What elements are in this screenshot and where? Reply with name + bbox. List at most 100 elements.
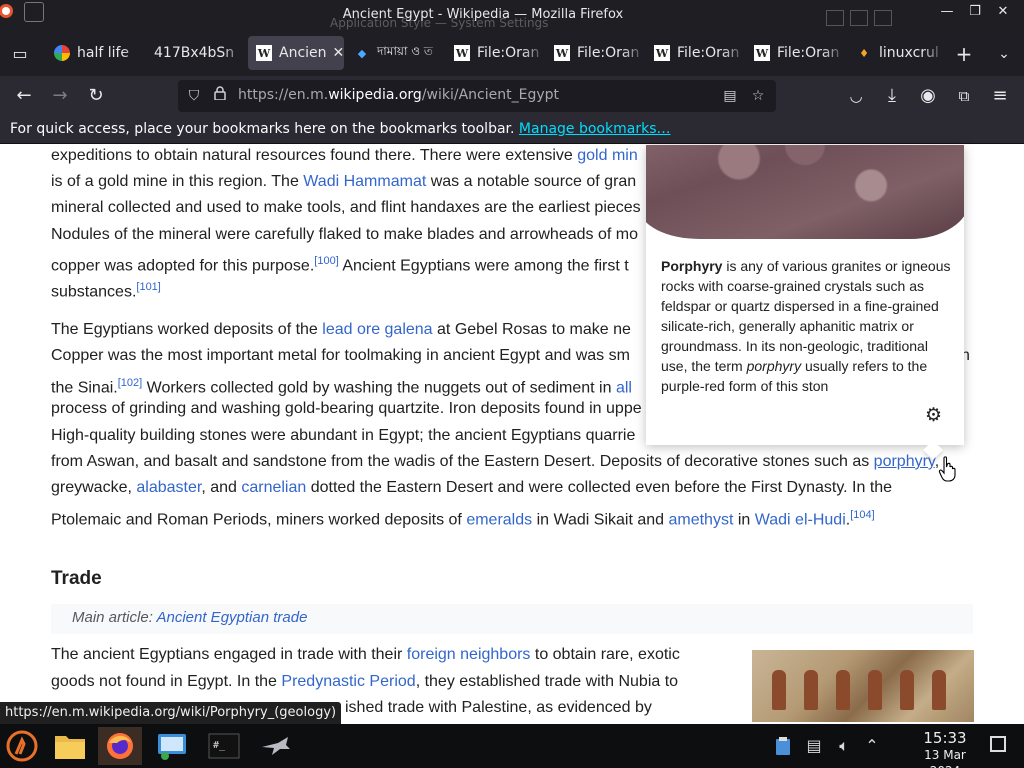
bookmarks-message: For quick access, place your bookmarks h… xyxy=(10,121,670,137)
show-desktop-icon[interactable] xyxy=(990,736,1006,752)
text: The Egyptians worked deposits of the xyxy=(51,321,323,338)
preview-term-italic: porphyry xyxy=(746,358,802,374)
wadi-hammamat-link[interactable]: Wadi Hammamat xyxy=(303,173,426,190)
url-text[interactable]: https://en.m.wikipedia.org/wiki/Ancient_… xyxy=(238,87,559,103)
window-controls: — ❐ ✕ xyxy=(934,2,1016,22)
text: is of a gold mine in this region. The xyxy=(51,173,304,190)
gear-icon[interactable]: ⚙ xyxy=(925,404,942,427)
manage-bookmarks-link[interactable]: Manage bookmarks… xyxy=(519,121,671,137)
citation-link[interactable]: [100] xyxy=(314,255,338,267)
pocket-icon[interactable]: ◡ xyxy=(842,82,870,110)
citation-link[interactable]: [101] xyxy=(136,281,160,293)
article-line: Ptolemaic and Roman Periods, miners work… xyxy=(51,502,981,534)
alabaster-link[interactable]: alabaster xyxy=(136,479,201,496)
app-menu-icon[interactable]: ≡ xyxy=(986,82,1014,110)
porphyry-rock xyxy=(646,145,964,239)
carnelian-link[interactable]: carnelian xyxy=(241,479,306,496)
firefox-view-icon[interactable]: ▭ xyxy=(6,40,34,68)
clipboard-tray-icon[interactable] xyxy=(772,736,794,760)
amethyst-link[interactable]: amethyst xyxy=(668,511,733,528)
text: , and xyxy=(201,479,242,496)
bookmark-star-icon[interactable]: ☆ xyxy=(748,86,768,106)
minimize-icon[interactable]: — xyxy=(934,2,960,22)
painted-figure xyxy=(836,670,850,710)
maximize-icon[interactable]: ❐ xyxy=(962,2,988,22)
text: High-quality building stones were abunda… xyxy=(51,427,636,444)
clock[interactable]: 15:33 13 Mar 2024 xyxy=(912,730,978,768)
text: The ancient Egyptians engaged in trade w… xyxy=(51,646,407,663)
porphyry-image[interactable] xyxy=(646,145,964,241)
close-window-icon[interactable]: ✕ xyxy=(990,2,1016,22)
tab-bar: ▭ half life 417Bx4bSn W Ancien ✕ ◆ দামায… xyxy=(0,30,1024,76)
painted-figure xyxy=(932,670,946,710)
forward-icon[interactable]: → xyxy=(46,82,74,110)
text: , they established trade with Nubia to xyxy=(415,673,679,690)
terminal-icon[interactable]: #_ xyxy=(202,727,246,765)
url-bar[interactable]: ⛉ https://en.m.wikipedia.org/wiki/Ancien… xyxy=(178,80,776,112)
emeralds-link[interactable]: emeralds xyxy=(466,511,532,528)
clock-date: 13 Mar 2024 xyxy=(924,748,966,768)
navigation-toolbar: ← → ↻ ⛉ https://en.m.wikipedia.org/wiki/… xyxy=(0,76,1024,116)
tab-fade xyxy=(222,36,246,70)
foreign-neighbors-link[interactable]: foreign neighbors xyxy=(407,646,531,663)
new-tab-icon[interactable]: + xyxy=(950,40,978,68)
half-life-launcher-icon[interactable] xyxy=(0,727,44,765)
painted-figure xyxy=(804,670,818,710)
jet-game-icon[interactable] xyxy=(254,727,298,765)
article-line: from Aswan, and basalt and sandstone fro… xyxy=(51,449,981,475)
back-icon[interactable]: ← xyxy=(10,82,38,110)
window-title: Ancient Egypt - Wikipedia — Mozilla Fire… xyxy=(342,7,624,22)
tab-label: Ancien xyxy=(279,45,327,61)
porphyry-link[interactable]: porphyry xyxy=(874,453,935,470)
text: Workers collected gold by washing the nu… xyxy=(142,379,616,397)
trade-heading[interactable]: Trade xyxy=(51,568,102,590)
file-manager-icon[interactable] xyxy=(48,727,92,765)
hatnote-prefix: Main article: xyxy=(72,609,157,626)
painted-figure xyxy=(900,670,914,710)
preview-text-1: is any of various granites or igneous ro… xyxy=(661,258,951,374)
svg-text:#_: #_ xyxy=(213,740,226,751)
tray-expand-icon[interactable]: ⌃ xyxy=(861,736,883,755)
status-link-url: https://en.m.wikipedia.org/wiki/Porphyry… xyxy=(0,702,342,724)
close-tab-icon[interactable]: ✕ xyxy=(333,45,344,61)
notes-tray-icon[interactable]: ▤ xyxy=(803,736,825,755)
citation-link[interactable]: [102] xyxy=(118,377,142,389)
clock-time: 15:33 xyxy=(923,729,967,747)
droplet-favicon-icon: ◆ xyxy=(357,46,367,60)
text: to obtain rare, exotic xyxy=(530,646,680,663)
text: at Gebel Rosas to make ne xyxy=(432,321,631,338)
predynastic-period-link[interactable]: Predynastic Period xyxy=(281,673,415,690)
account-icon[interactable]: ◉ xyxy=(914,82,942,110)
trade-thumbnail-image[interactable] xyxy=(752,650,974,722)
url-domain: wikipedia.org xyxy=(328,87,422,103)
extensions-icon[interactable]: ⧉ xyxy=(950,82,978,110)
volume-muted-icon[interactable]: 🔈︎ xyxy=(833,736,855,756)
lock-icon[interactable] xyxy=(210,86,230,106)
tab-fade xyxy=(722,36,746,70)
tab-ancient-egypt[interactable]: W Ancien ✕ xyxy=(248,36,344,70)
downloads-icon[interactable]: ⤓ xyxy=(878,82,906,110)
ancient-egyptian-trade-link[interactable]: Ancient Egyptian trade xyxy=(156,609,307,626)
gold-mine-link[interactable]: gold min xyxy=(577,147,637,164)
tab-fade xyxy=(922,36,946,70)
alluvial-link[interactable]: all xyxy=(616,379,632,396)
system-settings-icon[interactable] xyxy=(150,727,194,765)
text: Ancient Egyptians were among the first t xyxy=(338,257,629,275)
lead-ore-galena-link[interactable]: lead ore galena xyxy=(322,321,432,338)
text: in Wadi Sikait and xyxy=(532,511,669,529)
page-preview-popup[interactable]: Porphyry is any of various granites or i… xyxy=(646,145,964,460)
firefox-taskbar-icon[interactable] xyxy=(98,727,142,765)
article-line: greywacke, alabaster, and carnelian dott… xyxy=(51,475,981,501)
hatnote: Main article: Ancient Egyptian trade xyxy=(51,604,973,634)
wikipedia-favicon-icon: W xyxy=(554,45,570,61)
google-favicon-icon xyxy=(54,45,70,61)
text: substances. xyxy=(51,283,137,301)
text: Nodules of the mineral were carefully fl… xyxy=(51,226,638,243)
citation-link[interactable]: [104] xyxy=(850,509,874,521)
reload-icon[interactable]: ↻ xyxy=(82,82,110,110)
window-titlebar: Application Style — System Settings Anci… xyxy=(0,0,1024,30)
list-all-tabs-icon[interactable]: ⌄ xyxy=(990,40,1018,68)
reader-view-icon[interactable]: ▤ xyxy=(720,86,740,106)
tracking-shield-icon[interactable]: ⛉ xyxy=(184,86,204,106)
wadi-el-hudi-link[interactable]: Wadi el-Hudi xyxy=(755,511,846,528)
